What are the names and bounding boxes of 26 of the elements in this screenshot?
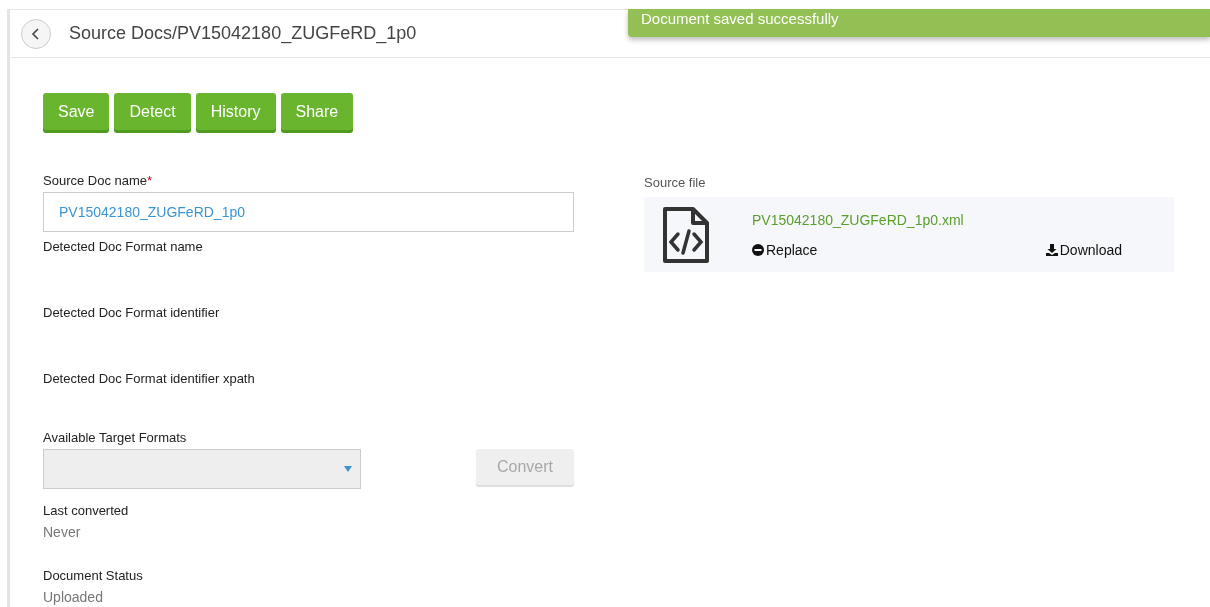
field-label: Last converted — [43, 503, 130, 519]
back-button[interactable] — [21, 18, 51, 49]
action-button[interactable]: Save — [43, 93, 110, 130]
field-value: Never — [43, 524, 82, 540]
minus-circle-icon — [752, 243, 764, 256]
chevron-left-icon — [31, 27, 41, 40]
source-doc-name-field[interactable]: PV15042180_ZUGFeRD_1p0 — [43, 192, 574, 232]
field-value: Uploaded — [43, 589, 104, 605]
success-toast: Document saved successfully — [628, 9, 1210, 37]
field-label: Detected Doc Format identifier xpath — [43, 371, 256, 387]
field-label: Available Target Formats — [43, 430, 188, 446]
field-label: Detected Doc Format name — [43, 239, 204, 255]
replace-link[interactable]: Replace — [752, 241, 818, 258]
dropdown-caret-icon — [344, 466, 352, 472]
page-title: Source Docs/PV15042180_ZUGFeRD_1p0 — [69, 23, 417, 44]
download-icon — [1045, 243, 1058, 256]
field-label: Document Status — [43, 568, 144, 584]
field-label: Source Doc name* — [43, 173, 154, 189]
field-label: Source file — [644, 175, 707, 191]
action-button[interactable]: History — [195, 93, 276, 130]
code-file-icon — [662, 205, 710, 264]
action-button[interactable]: Detect — [114, 93, 191, 130]
file-name-link[interactable]: PV15042180_ZUGFeRD_1p0.xml — [752, 211, 1122, 228]
action-button[interactable]: Share — [280, 93, 354, 130]
download-link[interactable]: Download — [1045, 241, 1122, 258]
field-label: Detected Doc Format identifier — [43, 305, 221, 321]
